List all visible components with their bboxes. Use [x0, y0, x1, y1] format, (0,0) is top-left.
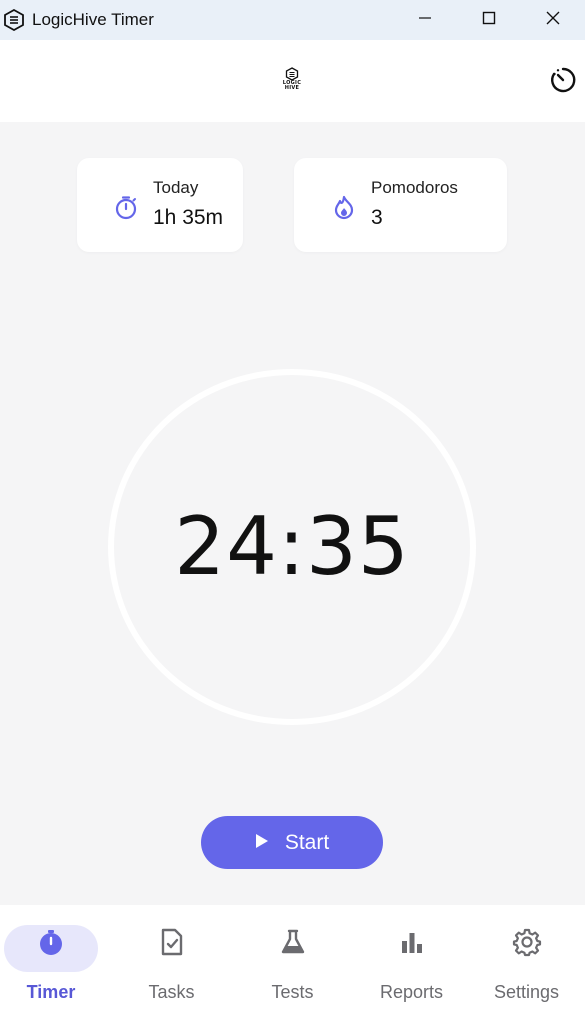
window-titlebar: LogicHive Timer [0, 0, 585, 40]
stopwatch-icon [113, 194, 139, 220]
start-button[interactable]: Start [201, 816, 383, 869]
task-check-icon [157, 927, 187, 957]
stopwatch-icon [36, 927, 66, 957]
minimize-icon [418, 11, 432, 30]
flame-icon [331, 194, 357, 220]
nav-item-tasks[interactable]: Tasks [113, 905, 230, 1024]
nav-label-tasks: Tasks [148, 982, 195, 1002]
maximize-icon [482, 11, 496, 30]
nav-label-timer: Timer [26, 982, 76, 1002]
window-title: LogicHive Timer [32, 10, 154, 29]
flask-icon [278, 927, 308, 957]
bar-chart-icon [397, 927, 427, 957]
start-button-label: Start [284, 830, 330, 854]
window-controls [393, 0, 585, 40]
nav-item-settings[interactable]: Settings [468, 905, 585, 1024]
close-button[interactable] [521, 0, 585, 40]
timer-display: 24:35 [174, 500, 410, 593]
nav-label-settings: Settings [493, 982, 560, 1002]
today-value: 1h 35m [153, 206, 224, 229]
gear-icon [512, 927, 542, 957]
nav-label-reports: Reports [379, 982, 444, 1002]
logo-line2: HIVE [284, 85, 300, 91]
app-icon [2, 8, 26, 32]
bottom-navigation: Timer Tasks Tests Reports Settings [0, 905, 585, 1024]
today-label: Today [153, 178, 199, 197]
pomodoros-label: Pomodoros [371, 178, 458, 197]
timer-history-button[interactable] [548, 67, 578, 97]
maximize-button[interactable] [457, 0, 521, 40]
nav-item-reports[interactable]: Reports [353, 905, 470, 1024]
nav-label-tests: Tests [271, 982, 314, 1002]
timer-history-icon [549, 66, 577, 99]
nav-item-timer[interactable]: Timer [0, 905, 117, 1024]
today-stat-card: Today 1h 35m [77, 158, 243, 252]
nav-item-tests[interactable]: Tests [234, 905, 351, 1024]
app-header: LOGIC HIVE [0, 40, 585, 122]
play-icon [255, 831, 269, 855]
minimize-button[interactable] [393, 0, 457, 40]
hive-logo-icon [285, 67, 299, 81]
pomodoros-stat-card: Pomodoros 3 [294, 158, 507, 252]
close-icon [546, 11, 560, 30]
pomodoros-value: 3 [371, 206, 383, 229]
logichive-logo: LOGIC HIVE [280, 67, 304, 97]
